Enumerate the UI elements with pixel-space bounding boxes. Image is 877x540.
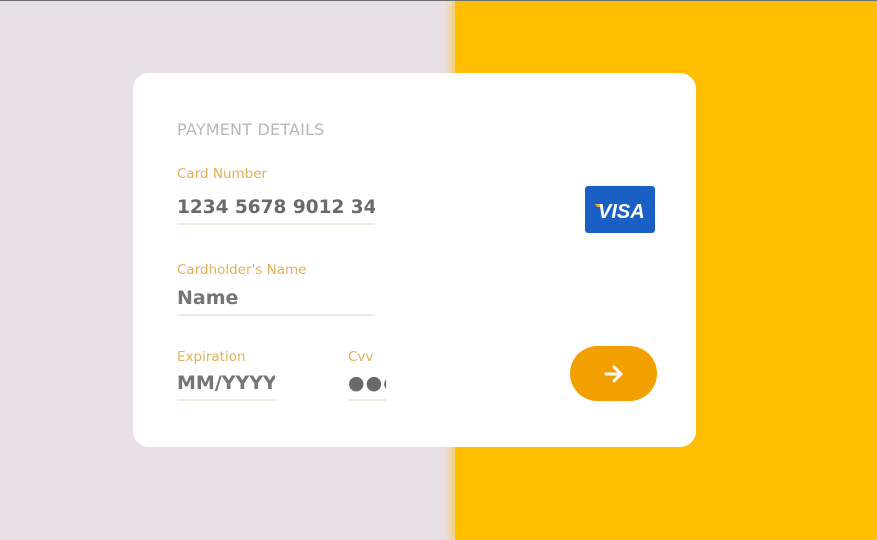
cardholder-name-label: Cardholder's Name — [177, 262, 307, 278]
cvv-label: Cvv — [348, 349, 374, 365]
cardholder-name-input[interactable] — [177, 287, 375, 316]
cvv-input[interactable] — [348, 372, 386, 401]
arrow-right-icon — [604, 365, 622, 382]
visa-logo-icon: VISA — [585, 186, 655, 233]
expiration-label: Expiration — [177, 349, 246, 365]
payment-details-title: PAYMENT DETAILS — [177, 120, 325, 139]
expiration-input[interactable] — [177, 372, 275, 401]
card-number-label: Card Number — [177, 166, 268, 182]
payment-card: PAYMENT DETAILS Card Number VISA Cardhol… — [133, 73, 696, 447]
card-number-input[interactable] — [177, 197, 375, 225]
next-button[interactable] — [570, 346, 657, 401]
visa-logo-text: VISA — [598, 201, 645, 222]
top-border — [0, 0, 877, 1]
